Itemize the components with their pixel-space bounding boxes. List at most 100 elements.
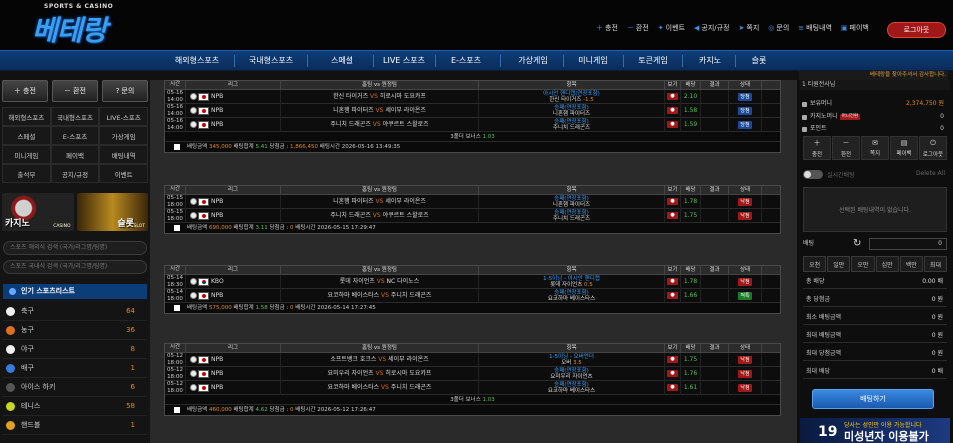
quick-button[interactable]: － 환전 — [52, 80, 98, 102]
menu-grid-item[interactable]: 공지/규정 — [50, 164, 100, 183]
baseball-icon — [190, 198, 197, 205]
amount-chip[interactable]: 오만 — [851, 256, 875, 272]
menu-item[interactable]: 국내형스포츠 — [249, 51, 293, 71]
view-cell: ● — [665, 275, 681, 289]
menu-item[interactable]: 스페셜 — [331, 51, 353, 71]
league-name: NPB — [211, 107, 224, 114]
account-button[interactable]: － 환전 — [832, 136, 860, 160]
eye-icon[interactable]: ● — [667, 292, 678, 299]
menu-grid-item[interactable]: 국내형스포츠 — [50, 107, 100, 126]
eye-icon[interactable]: ● — [667, 198, 678, 205]
select-checkbox[interactable] — [174, 225, 180, 231]
menu-grid-item[interactable]: 해외형스포츠 — [2, 107, 51, 126]
sport-item[interactable]: 배구 1 — [3, 359, 147, 378]
menu-grid-item[interactable]: 가상게임 — [99, 126, 149, 145]
select-checkbox[interactable] — [174, 407, 180, 413]
casino-banner[interactable]: 카지노 CASINO — [2, 193, 74, 231]
select-checkbox[interactable] — [174, 305, 180, 311]
sport-item[interactable]: 축구 64 — [3, 302, 147, 321]
eye-icon[interactable]: ● — [667, 212, 678, 219]
sport-ball-icon — [6, 383, 15, 392]
age-promo-banner[interactable]: 19 당사는 성인만 이용 가능합니다 미성년자 이용불가 — [800, 418, 950, 443]
quick-label: 문의 — [121, 87, 135, 95]
topnav-item[interactable]: ▣ 페이백 — [841, 23, 869, 33]
overseas-search-input[interactable]: 스포츠 해외식 검색 (국가/리그명/팀명) — [3, 241, 147, 255]
league-cell: KBO — [186, 275, 281, 289]
logout-button[interactable]: 로그아웃 — [887, 22, 946, 38]
menu-item[interactable]: 카지노 — [699, 51, 721, 71]
account-button[interactable]: ▤ 페이백 — [890, 136, 918, 160]
main-menu: 해외형스포츠 국내형스포츠 스페셜 LIVE 스포츠 E-스포츠 가상게임 미니게임 토큰게임… — [0, 50, 953, 71]
sport-item[interactable]: 농구 36 — [3, 321, 147, 340]
quick-button[interactable]: ? 문의 — [102, 80, 148, 102]
eye-icon[interactable]: ● — [667, 93, 678, 100]
bet-slip-empty: 선택된 배팅내역이 없습니다. — [803, 187, 947, 232]
menu-grid-item[interactable]: 스페셜 — [2, 126, 51, 145]
topnav-item[interactable]: ＋ 충전 — [596, 23, 618, 33]
delete-all-button[interactable]: Delete All — [916, 170, 945, 177]
home-team: 한신 타이거즈 — [333, 93, 369, 100]
eye-icon[interactable]: ● — [667, 370, 678, 377]
country-flag-icon — [198, 291, 209, 300]
amount-chip[interactable]: 십만 — [875, 256, 899, 272]
refresh-icon[interactable]: ↻ — [853, 237, 861, 251]
place-bet-button[interactable]: 배팅하기 — [812, 389, 934, 409]
amount-chip[interactable]: 최대 — [923, 256, 948, 272]
menu-item[interactable]: 슬롯 — [752, 51, 767, 71]
menu-item[interactable]: 미니게임 — [578, 51, 607, 71]
topnav-item[interactable]: ➤ 쪽지 — [739, 23, 760, 33]
menu-item[interactable]: LIVE 스포츠 — [383, 51, 425, 71]
eye-icon[interactable]: ● — [667, 278, 678, 285]
bet-amount-input[interactable]: 0 — [869, 238, 947, 250]
amount-chip[interactable]: 백만 — [899, 256, 923, 272]
menu-item[interactable]: E-스포츠 — [451, 51, 481, 71]
topnav-item[interactable]: ◎ 문의 — [768, 23, 789, 33]
account-button[interactable]: ⏻ 로그아웃 — [919, 136, 947, 160]
league-cell: NPB — [186, 118, 281, 132]
menu-grid-item[interactable]: 출석부 — [2, 164, 51, 183]
eye-icon[interactable]: ● — [667, 107, 678, 114]
menu-grid-item[interactable]: 이벤트 — [99, 164, 149, 183]
sport-item[interactable]: 핸드볼 1 — [3, 416, 147, 435]
logo[interactable]: SPORTS & CASINO 베테랑 — [28, 3, 128, 47]
topnav-item[interactable]: － 환전 — [627, 23, 649, 33]
menu-grid-item[interactable]: E-스포츠 — [50, 126, 100, 145]
bet-footer: 배팅금액 460,000 배팅합계 4.62 당첨금 : 0 배팅시간 2026… — [165, 405, 780, 415]
topnav-item[interactable]: ◀ 공지/규정 — [694, 23, 730, 33]
sport-item[interactable]: 야구 8 — [3, 340, 147, 359]
status-badge: 낙첨 — [738, 383, 752, 392]
eye-icon[interactable]: ● — [667, 356, 678, 363]
sport-name: 배구 — [21, 364, 34, 372]
slot-banner[interactable]: 슬롯 SLOT — [76, 193, 148, 231]
country-flag-icon — [198, 197, 209, 206]
account-button[interactable]: ✉ 쪽지 — [861, 136, 889, 160]
topnav-item[interactable]: ≡ 배팅내역 — [798, 23, 832, 33]
menu-item[interactable]: 해외형스포츠 — [175, 51, 219, 71]
table-header-cell: 결과 — [701, 266, 729, 274]
table-row: 05-16 14:00 NPB 주니치 드래곤즈 VS 야쿠르트 스왈로즈 승패(연장포… — [165, 118, 780, 132]
eye-icon[interactable]: ● — [667, 121, 678, 128]
amount-chip[interactable]: 일만 — [827, 256, 851, 272]
summary-row: 최대 배당 0 배 — [803, 365, 947, 379]
account-button[interactable]: ＋ 충전 — [803, 136, 831, 160]
menu-item[interactable]: 토큰게임 — [638, 51, 667, 71]
menu-grid-item[interactable]: 페이백 — [50, 145, 100, 164]
menu-grid-item[interactable]: 배팅내역 — [99, 145, 149, 164]
menu-grid-item[interactable]: LIVE-스포츠 — [99, 107, 149, 126]
amount-chip[interactable]: 오천 — [803, 256, 827, 272]
table-header-cell: 시간 — [165, 344, 186, 352]
sport-item[interactable]: 테니스 58 — [3, 397, 147, 416]
quick-button[interactable]: ＋ 충전 — [2, 80, 48, 102]
menu-item[interactable]: 가상게임 — [518, 51, 547, 71]
eye-icon[interactable]: ● — [667, 384, 678, 391]
sport-ball-icon — [6, 326, 15, 335]
topnav-item[interactable]: ✦ 이벤트 — [658, 23, 685, 33]
realtime-toggle[interactable] — [803, 170, 823, 179]
convert-button[interactable]: 머니전환 — [839, 113, 861, 120]
table-header-cell: 배당 — [681, 266, 701, 274]
menu-separator — [734, 55, 736, 67]
menu-grid-item[interactable]: 미니게임 — [2, 145, 51, 164]
sport-item[interactable]: 아이스 하키 6 — [3, 378, 147, 397]
domestic-search-input[interactable]: 스포츠 국내식 검색 (국가/리그명/팀명) — [3, 260, 147, 274]
select-checkbox[interactable] — [174, 144, 180, 150]
